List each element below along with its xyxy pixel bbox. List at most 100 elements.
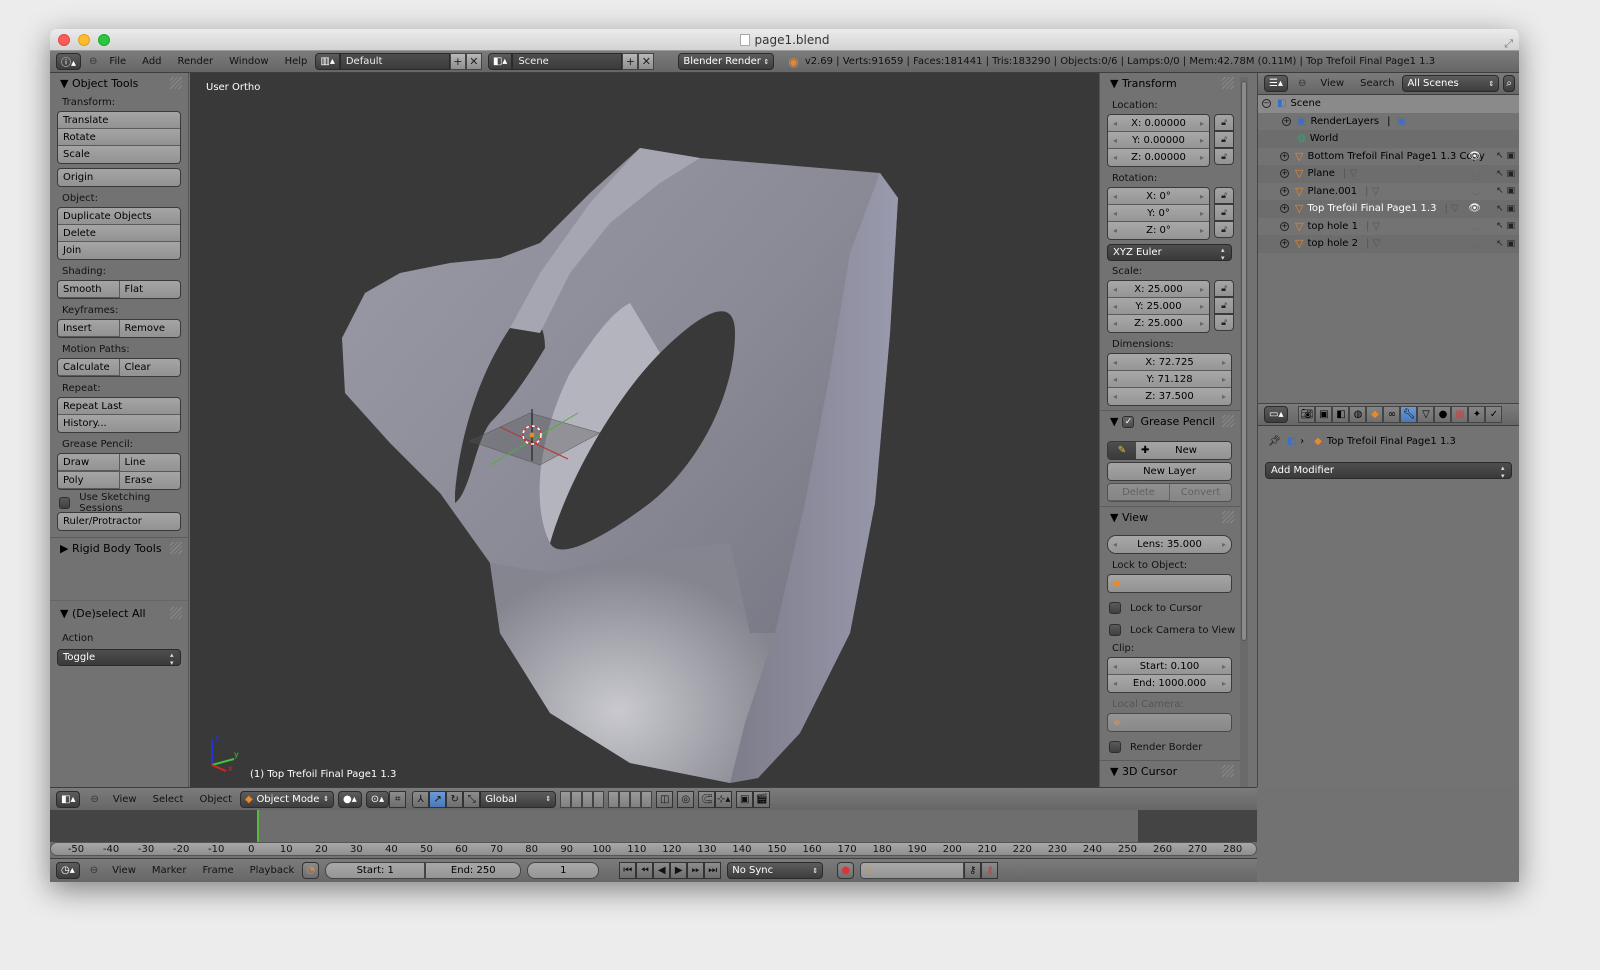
outliner-row-scene[interactable]: − ◧ Scene: [1258, 95, 1519, 113]
use-sketching-sessions-checkbox[interactable]: Use Sketching Sessions: [50, 492, 188, 514]
screen-layout-field[interactable]: Default: [339, 53, 450, 70]
panel-grease-pencil[interactable]: ▼ ✓ Grease Pencil: [1100, 411, 1240, 433]
grease-new-button[interactable]: ✚ New: [1136, 442, 1231, 459]
menu-help[interactable]: Help: [285, 56, 308, 67]
repeat-last-button[interactable]: Repeat Last: [58, 398, 180, 415]
add-modifier-dropdown[interactable]: Add Modifier: [1265, 462, 1512, 480]
lock-icon[interactable]: 🔓︎: [1214, 114, 1234, 131]
snap-element-dropdown[interactable]: ⊹▴: [715, 790, 733, 808]
insert-keyframe-button[interactable]: Insert: [58, 320, 120, 337]
grease-pencil-checkbox[interactable]: ✓: [1122, 416, 1135, 428]
flat-button[interactable]: Flat: [119, 281, 180, 298]
clip-start-field[interactable]: Start: 0.100: [1108, 658, 1231, 675]
expand-icon[interactable]: +: [1280, 186, 1289, 196]
outliner-row-object[interactable]: + ▽ top hole 1 | ▽ ◡ ↖ ▣: [1258, 218, 1519, 236]
expand-icon[interactable]: +: [1280, 239, 1289, 249]
3d-viewport[interactable]: User Ortho z y x (1) Top Trefoil Final P…: [190, 73, 1099, 787]
layer-button[interactable]: [630, 790, 642, 808]
collapse-icon[interactable]: −: [1262, 99, 1271, 109]
lock-object-field[interactable]: ◆: [1108, 575, 1231, 592]
editor-type-timeline-button[interactable]: ◷▴: [56, 862, 80, 879]
visibility-eye-icon[interactable]: ◡: [1472, 238, 1481, 249]
mesh-data-tab-icon[interactable]: ▽: [1417, 406, 1435, 423]
timeline-menu-frame[interactable]: Frame: [202, 865, 233, 876]
panel-view[interactable]: ▼ View: [1100, 507, 1240, 529]
rotate-button[interactable]: Rotate: [58, 129, 180, 146]
rotate-manipulator-icon[interactable]: ↻: [446, 790, 464, 808]
collapse-menu-icon[interactable]: ⊖: [89, 56, 97, 67]
select-render-restrict-icons[interactable]: ↖ ▣: [1496, 186, 1515, 196]
layer-button[interactable]: [608, 790, 620, 808]
gp-erase-button[interactable]: Erase: [119, 472, 180, 489]
add-scene-button[interactable]: +: [622, 53, 639, 70]
menu-file[interactable]: File: [109, 56, 126, 67]
lock-icon[interactable]: 🔓︎: [1214, 280, 1234, 297]
layer-button[interactable]: [560, 790, 572, 808]
expand-icon[interactable]: +: [1282, 116, 1291, 126]
panel-deselect-all[interactable]: ▼ (De)select All: [50, 603, 188, 625]
ruler-protractor-button[interactable]: Ruler/Protractor: [58, 513, 180, 530]
render-engine-dropdown[interactable]: Blender Render ⇕: [678, 53, 775, 70]
menu-render[interactable]: Render: [178, 56, 214, 67]
texture-tab-icon[interactable]: ▦: [1451, 406, 1469, 423]
jump-to-previous-keyframe-icon[interactable]: ⏪︎: [636, 862, 654, 879]
rotation-y-field[interactable]: Y: 0°: [1108, 205, 1209, 222]
translate-button[interactable]: Translate: [58, 112, 180, 129]
clear-paths-button[interactable]: Clear: [119, 359, 180, 376]
scale-manipulator-icon[interactable]: ⤡: [463, 790, 481, 808]
select-render-restrict-icons[interactable]: ↖ ▣: [1496, 204, 1515, 214]
layer-button[interactable]: [593, 790, 605, 808]
visibility-eye-icon[interactable]: 👁︎: [1468, 203, 1481, 214]
expand-icon[interactable]: +: [1280, 204, 1289, 214]
render-border-checkbox[interactable]: Render Border: [1100, 736, 1240, 758]
lock-icon[interactable]: 🔓︎: [1214, 297, 1234, 314]
minimize-window-button[interactable]: [78, 34, 90, 46]
delete-keyframe-icon[interactable]: ⚷: [981, 862, 999, 879]
new-layer-button[interactable]: New Layer: [1108, 463, 1231, 480]
menu-window[interactable]: Window: [229, 56, 268, 67]
outliner-menu-search[interactable]: Search: [1360, 78, 1394, 89]
rotation-x-field[interactable]: X: 0°: [1108, 188, 1209, 205]
start-frame-field[interactable]: Start: 1: [325, 862, 426, 879]
play-reverse-icon[interactable]: ◀: [653, 862, 671, 879]
scale-z-field[interactable]: Z: 25.000: [1108, 315, 1209, 332]
convert-button[interactable]: Convert: [1170, 484, 1231, 501]
lock-icon[interactable]: 🔓︎: [1214, 314, 1234, 331]
world-tab-icon[interactable]: ◍: [1349, 406, 1367, 423]
layer-button[interactable]: [582, 790, 594, 808]
jump-to-next-keyframe-icon[interactable]: ⏩︎: [687, 862, 705, 879]
scale-x-field[interactable]: X: 25.000: [1108, 281, 1209, 298]
delete-scene-button[interactable]: ✕: [638, 53, 655, 70]
timeline-menu-playback[interactable]: Playback: [250, 865, 295, 876]
layer-button[interactable]: [619, 790, 631, 808]
current-frame-field[interactable]: 1: [527, 862, 600, 879]
rotation-z-field[interactable]: Z: 0°: [1108, 222, 1209, 239]
select-render-restrict-icons[interactable]: ↖ ▣: [1496, 239, 1515, 249]
smooth-button[interactable]: Smooth: [58, 281, 120, 298]
outliner-row-renderlayers[interactable]: + ▣ RenderLayers | ▣: [1258, 113, 1519, 131]
visibility-eye-icon[interactable]: ◡: [1472, 221, 1481, 232]
viewport-shading-dropdown[interactable]: ●▴: [338, 790, 362, 808]
select-render-restrict-icons[interactable]: ↖ ▣: [1496, 221, 1515, 231]
panel-rigid-body-tools[interactable]: ▶ Rigid Body Tools: [50, 538, 188, 560]
join-button[interactable]: Join: [58, 242, 180, 259]
3dview-menu-view[interactable]: View: [113, 794, 137, 805]
render-tab-icon[interactable]: 📷︎: [1298, 406, 1316, 423]
search-icon[interactable]: ⌕: [1503, 75, 1515, 92]
scene-field[interactable]: Scene: [512, 53, 623, 70]
panel-transform[interactable]: ▼ Transform: [1100, 73, 1240, 95]
action-dropdown[interactable]: Toggle: [57, 649, 181, 667]
3dview-menu-select[interactable]: Select: [153, 794, 184, 805]
scene-icon[interactable]: ◧▴: [487, 53, 513, 70]
rotation-mode-dropdown[interactable]: XYZ Euler: [1107, 244, 1232, 262]
sync-mode-dropdown[interactable]: No Sync ⇕: [727, 862, 824, 879]
visibility-eye-icon[interactable]: ◡: [1472, 168, 1481, 179]
timeline-menu-view[interactable]: View: [112, 865, 136, 876]
delete-frame-button[interactable]: Delete Frame: [1108, 484, 1170, 501]
physics-tab-icon[interactable]: ✓: [1485, 406, 1503, 423]
render-layers-tab-icon[interactable]: ▣: [1315, 406, 1333, 423]
outliner-menu-view[interactable]: View: [1320, 78, 1344, 89]
visibility-eye-icon[interactable]: 👁︎: [1468, 151, 1481, 162]
properties-scrollbar-thumb[interactable]: [1241, 81, 1247, 641]
outliner-row-object[interactable]: + ▽ Bottom Trefoil Final Page1 1.3 Copy 👁︎ ↖…: [1258, 148, 1519, 166]
